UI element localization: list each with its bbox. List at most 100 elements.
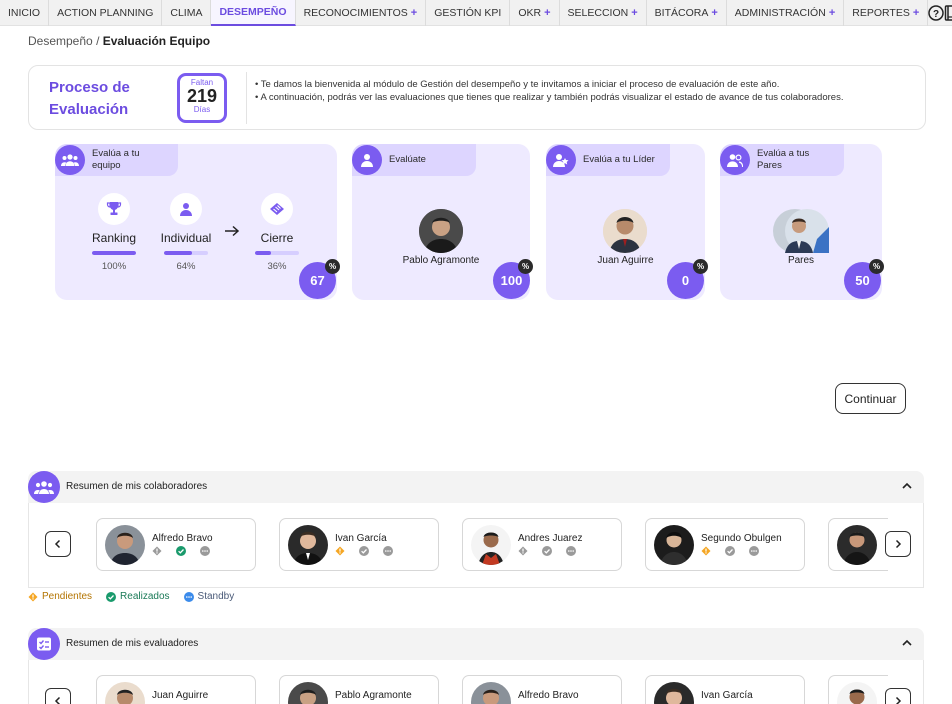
carousel-next-button[interactable] — [885, 688, 911, 704]
stage-individual[interactable]: Individual 64% — [156, 193, 216, 272]
card-evaluate-leader[interactable]: Evalúa a tu Líder Juan Aguirre 0 % — [546, 144, 708, 300]
standby-status-icon — [749, 546, 759, 556]
legend-done: Realizados — [106, 591, 170, 602]
nav-item-reportes[interactable]: REPORTES + — [844, 0, 929, 26]
nav-item-inicio[interactable]: INICIO — [0, 0, 50, 26]
chevron-left-icon — [54, 539, 61, 549]
breadcrumb-parent[interactable]: Desempeño — [28, 34, 93, 48]
chevron-up-icon[interactable] — [900, 636, 914, 655]
nav-item-bitácora[interactable]: BITÁCORA + — [647, 0, 727, 26]
process-title: Proceso de Evaluación — [49, 79, 130, 118]
evaluator-card-partial[interactable] — [828, 675, 888, 704]
avatar — [654, 525, 694, 565]
legend-pending: Pendientes — [28, 591, 92, 602]
person-icon — [170, 193, 202, 225]
card-title: Evalúate — [389, 154, 426, 165]
done-icon — [106, 591, 117, 602]
evaluator-card[interactable]: Alfredo Bravo — [462, 675, 622, 704]
collaborators-carousel: Alfredo Bravo Ivan García Andres Juarez … — [28, 503, 924, 588]
pending-status-icon — [701, 546, 711, 556]
nav-item-desempeño[interactable]: DESEMPEÑO — [211, 0, 296, 26]
team-icon — [28, 471, 60, 503]
nav-item-gestión-kpi[interactable]: GESTIÓN KPI — [426, 0, 511, 26]
nav-item-label: REPORTES — [852, 7, 910, 19]
done-status-icon — [542, 546, 552, 556]
avatar — [419, 209, 463, 253]
arrow-right-icon — [224, 224, 240, 242]
leader-icon — [546, 145, 576, 175]
process-description: • Te damos la bienvenida al módulo de Ge… — [255, 79, 855, 104]
breadcrumb-current: Evaluación Equipo — [102, 34, 211, 48]
avatar-group — [773, 209, 829, 253]
collaborator-card[interactable]: Alfredo Bravo — [96, 518, 256, 571]
plus-icon: + — [410, 7, 418, 19]
collaborator-card[interactable]: Segundo Obulgen — [645, 518, 805, 571]
avatar — [288, 525, 328, 565]
done-status-icon — [725, 546, 735, 556]
nav-item-clima[interactable]: CLIMA — [162, 0, 212, 26]
countdown-label-bottom: Días — [193, 105, 211, 114]
avatar — [105, 525, 145, 565]
card-tab: Evalúate — [352, 144, 476, 176]
nav-item-seleccion[interactable]: SELECCION + — [560, 0, 647, 26]
collaborator-card-partial[interactable] — [828, 518, 888, 571]
chevron-up-icon[interactable] — [900, 479, 914, 498]
nav-item-label: GESTIÓN KPI — [434, 7, 502, 19]
help-icon[interactable]: ? — [928, 0, 945, 26]
nav-item-label: ACTION PLANNING — [57, 7, 154, 19]
card-evaluate-team[interactable]: Evalúa a tu equipo Ranking 100% Individu… — [55, 144, 340, 300]
standby-status-icon — [383, 546, 393, 556]
process-card: Proceso de Evaluación Faltan 219 Días • … — [28, 65, 926, 130]
card-evaluate-peers[interactable]: Evalúa a tus Pares Pares 50 % — [720, 144, 884, 300]
breadcrumb: Desempeño / Evaluación Equipo — [28, 34, 210, 48]
evaluator-card[interactable]: Juan Aguirre — [96, 675, 256, 704]
nav-item-administración[interactable]: ADMINISTRACIÓN + — [727, 0, 845, 26]
evaluators-section-header[interactable]: Resumen de mis evaluadores — [28, 628, 924, 660]
continue-button[interactable]: Continuar — [835, 383, 906, 414]
section-title: Resumen de mis evaluadores — [66, 638, 199, 649]
pending-status-icon — [335, 546, 345, 556]
process-line-2: • A continuación, podrás ver las evaluac… — [255, 91, 844, 103]
card-tab: Evalúa a tu equipo — [55, 144, 178, 176]
nav-item-okr[interactable]: OKR + — [510, 0, 560, 26]
status-icons — [152, 546, 210, 556]
legend-done-label: Realizados — [120, 591, 170, 602]
team-icon — [55, 145, 85, 175]
carousel-next-button[interactable] — [885, 531, 911, 557]
avatar — [837, 682, 877, 704]
status-icons — [335, 546, 393, 556]
nav-item-label: SELECCION — [567, 7, 629, 19]
standby-status-icon — [200, 546, 210, 556]
evaluators-carousel: Juan Aguirre Pablo Agramonte Alfredo Bra… — [28, 660, 924, 704]
evaluator-name: Alfredo Bravo — [518, 690, 579, 701]
nav-item-action-planning[interactable]: ACTION PLANNING — [49, 0, 163, 26]
percent-icon: % — [869, 259, 884, 274]
card-tab: Evalúa a tu Líder — [546, 144, 670, 176]
done-status-icon — [359, 546, 369, 556]
legend-pending-label: Pendientes — [42, 591, 93, 602]
percent-icon: % — [325, 259, 340, 274]
chevron-left-icon — [54, 696, 61, 704]
carousel-prev-button[interactable] — [45, 688, 71, 704]
evaluator-name: Ivan García — [701, 690, 753, 701]
collaborator-name: Ivan García — [335, 533, 387, 544]
stage-value: 36% — [267, 261, 287, 272]
evaluator-card[interactable]: Ivan García — [645, 675, 805, 704]
pending-icon — [28, 592, 38, 601]
stage-ranking[interactable]: Ranking 100% — [84, 193, 144, 272]
collaborator-card[interactable]: Andres Juarez — [462, 518, 622, 571]
nav-item-label: BITÁCORA — [654, 7, 709, 19]
card-evaluate-self[interactable]: Evalúate Pablo Agramonte 100 % — [352, 144, 533, 300]
avatar — [105, 682, 145, 704]
standby-icon — [183, 591, 194, 602]
collaborators-section-header[interactable]: Resumen de mis colaboradores — [28, 471, 924, 503]
book-icon[interactable] — [944, 0, 952, 26]
collaborator-card[interactable]: Ivan García — [279, 518, 439, 571]
carousel-prev-button[interactable] — [45, 531, 71, 557]
stage-name: Cierre — [260, 231, 294, 245]
card-tab: Evalúa a tus Pares — [720, 144, 844, 176]
evaluator-card[interactable]: Pablo Agramonte — [279, 675, 439, 704]
nav-item-reconocimientos[interactable]: RECONOCIMIENTOS + — [296, 0, 427, 26]
status-icons — [701, 546, 759, 556]
stage-cierre[interactable]: Cierre 36% — [247, 193, 307, 272]
